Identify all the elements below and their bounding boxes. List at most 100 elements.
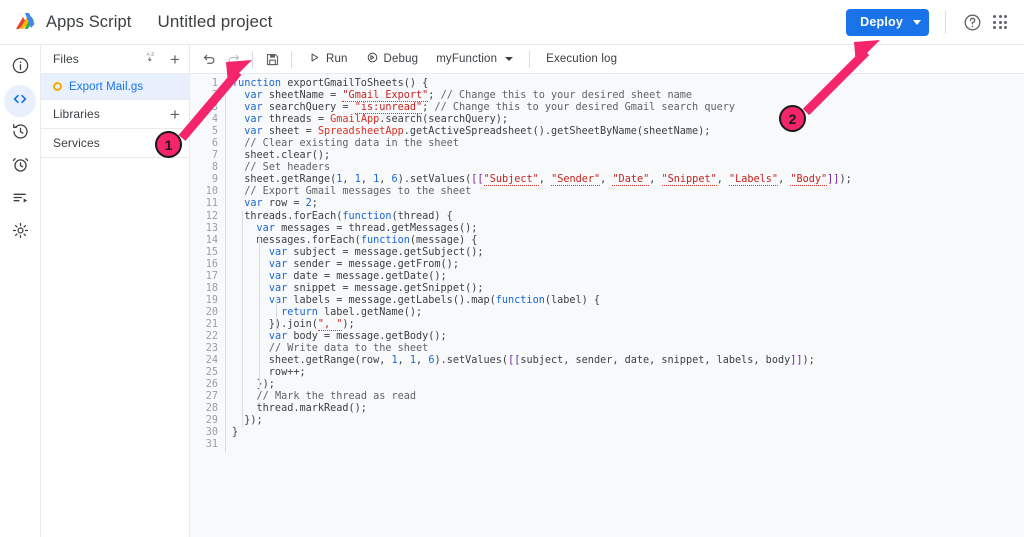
- sidebar-item-editor[interactable]: [4, 85, 36, 117]
- code-line: }: [232, 427, 239, 439]
- line-number: 19: [205, 294, 218, 306]
- top-app-bar: Apps Script Untitled project Deploy: [0, 0, 1024, 45]
- executions-list-icon: [11, 188, 30, 212]
- debug-bug-icon: [366, 51, 379, 67]
- services-header-label: Services: [53, 136, 100, 150]
- line-number: 23: [205, 343, 218, 355]
- code-line: // Set headers: [244, 162, 331, 174]
- line-number: 22: [205, 330, 218, 342]
- divider: [291, 50, 292, 68]
- line-number: 3: [211, 102, 218, 114]
- svg-text:A: A: [147, 51, 151, 57]
- line-number: 25: [205, 367, 218, 379]
- code-content[interactable]: function exportGmailToSheets() { var she…: [224, 78, 1024, 452]
- code-line: var sheetName = "Gmail Export"; // Chang…: [244, 90, 693, 103]
- code-line: });: [232, 415, 263, 427]
- libraries-header-row[interactable]: Libraries +: [41, 100, 189, 129]
- line-number: 31: [205, 439, 218, 451]
- sidebar-item-overview[interactable]: [4, 52, 36, 84]
- execution-log-label: Execution log: [546, 53, 618, 65]
- project-title[interactable]: Untitled project: [157, 12, 272, 32]
- line-number: 7: [211, 150, 218, 162]
- code-line: messages.forEach(function(message) {: [232, 234, 478, 246]
- function-selector[interactable]: myFunction: [427, 47, 522, 71]
- annotation-marker-2: 2: [779, 105, 806, 132]
- chevron-down-icon: [913, 19, 921, 25]
- code-line: // Mark the thread as read: [256, 391, 417, 403]
- add-library-button[interactable]: +: [168, 106, 182, 123]
- gear-icon: [11, 221, 30, 245]
- sidebar-item-project-settings[interactable]: [4, 217, 36, 249]
- redo-icon[interactable]: [221, 47, 245, 71]
- code-line: return label.getName();: [281, 306, 423, 318]
- line-number: 2: [211, 90, 218, 102]
- run-button[interactable]: Run: [299, 47, 357, 71]
- line-number: 16: [205, 258, 218, 270]
- gs-file-dot-icon: [53, 82, 62, 91]
- google-apps-grid-icon[interactable]: [986, 8, 1014, 36]
- alarm-clock-icon: [11, 155, 30, 179]
- line-number-gutter: 1 2 3 4 5 6 7 8 9 10 11 12 13 14 15 16 17 18 19 20 21 22 23 24 2…: [190, 78, 224, 451]
- line-number: 29: [205, 415, 218, 427]
- debug-button[interactable]: Debug: [357, 47, 428, 71]
- editor-toolbar: Run Debug myFunction Execution log: [190, 45, 1024, 74]
- code-editor[interactable]: 1 2 3 4 5 6 7 8 9 10 11 12 13 14 15 16 17 18 19 20 21 22 23 24 2…: [190, 74, 1024, 537]
- line-number: 10: [205, 186, 218, 198]
- code-line: // Write data to the sheet: [268, 343, 429, 355]
- code-line: // Clear existing data in the sheet: [244, 138, 459, 150]
- line-number: 15: [205, 246, 218, 258]
- function-selector-label: myFunction: [436, 53, 498, 65]
- line-number: 28: [205, 403, 218, 415]
- deploy-button-label: Deploy: [860, 15, 903, 29]
- file-item-export-mail[interactable]: Export Mail.gs: [41, 74, 189, 100]
- deploy-button[interactable]: Deploy: [846, 8, 929, 36]
- divider: [529, 50, 531, 68]
- code-line: sheet.getRange(1, 1, 1, 6).setValues([["…: [232, 174, 852, 187]
- run-button-label: Run: [326, 53, 348, 65]
- code-line: var body = message.getBody();: [268, 330, 447, 342]
- brand-area[interactable]: Apps Script: [12, 10, 131, 34]
- apps-script-window: Apps Script Untitled project Deploy File…: [0, 0, 1024, 537]
- left-nav-rail: [0, 45, 41, 537]
- line-number: 30: [205, 427, 218, 439]
- apps-script-logo-icon: [12, 10, 38, 34]
- line-number: 27: [205, 391, 218, 403]
- code-line: function exportGmailToSheets() {: [232, 78, 429, 89]
- divider: [252, 50, 253, 68]
- editor-area: Run Debug myFunction Execution log 1 2 3…: [190, 45, 1024, 537]
- code-line: thread.markRead();: [232, 403, 367, 415]
- file-item-label: Export Mail.gs: [69, 80, 144, 93]
- add-file-button[interactable]: +: [168, 51, 182, 68]
- line-number: 1: [211, 78, 218, 89]
- debug-button-label: Debug: [383, 53, 419, 65]
- divider: [945, 11, 946, 33]
- code-line: }).join(", ");: [232, 318, 355, 331]
- sidebar-item-executions[interactable]: [4, 184, 36, 216]
- brand-name: Apps Script: [46, 12, 132, 31]
- line-number: 20: [205, 306, 218, 318]
- execution-log-button[interactable]: Execution log: [537, 47, 626, 71]
- line-number: 17: [205, 270, 218, 282]
- code-line: var subject = message.getSubject();: [268, 246, 484, 258]
- indent-guide: [259, 234, 260, 392]
- files-header-row: Files A Z +: [41, 45, 189, 74]
- code-line: row++;: [232, 367, 306, 379]
- undo-icon[interactable]: [197, 47, 221, 71]
- chevron-down-icon: [505, 57, 514, 61]
- save-disk-icon[interactable]: [260, 47, 284, 71]
- sort-az-icon[interactable]: A Z: [146, 50, 159, 66]
- line-number: 9: [211, 174, 218, 186]
- code-line: var threads = GmailApp.search(searchQuer…: [244, 114, 509, 126]
- sidebar-item-triggers[interactable]: [4, 151, 36, 183]
- code-line: var sender = message.getFrom();: [268, 258, 459, 270]
- sidebar-item-project-history[interactable]: [4, 118, 36, 150]
- code-icon: [10, 89, 30, 114]
- line-number: 14: [205, 234, 218, 246]
- line-number: 18: [205, 282, 218, 294]
- indent-guide: [225, 78, 226, 452]
- top-bar-actions: Deploy: [846, 0, 1024, 44]
- code-line: threads.forEach(function(thread) {: [232, 210, 453, 222]
- indent-guide: [242, 210, 243, 428]
- help-circle-icon[interactable]: [958, 8, 986, 36]
